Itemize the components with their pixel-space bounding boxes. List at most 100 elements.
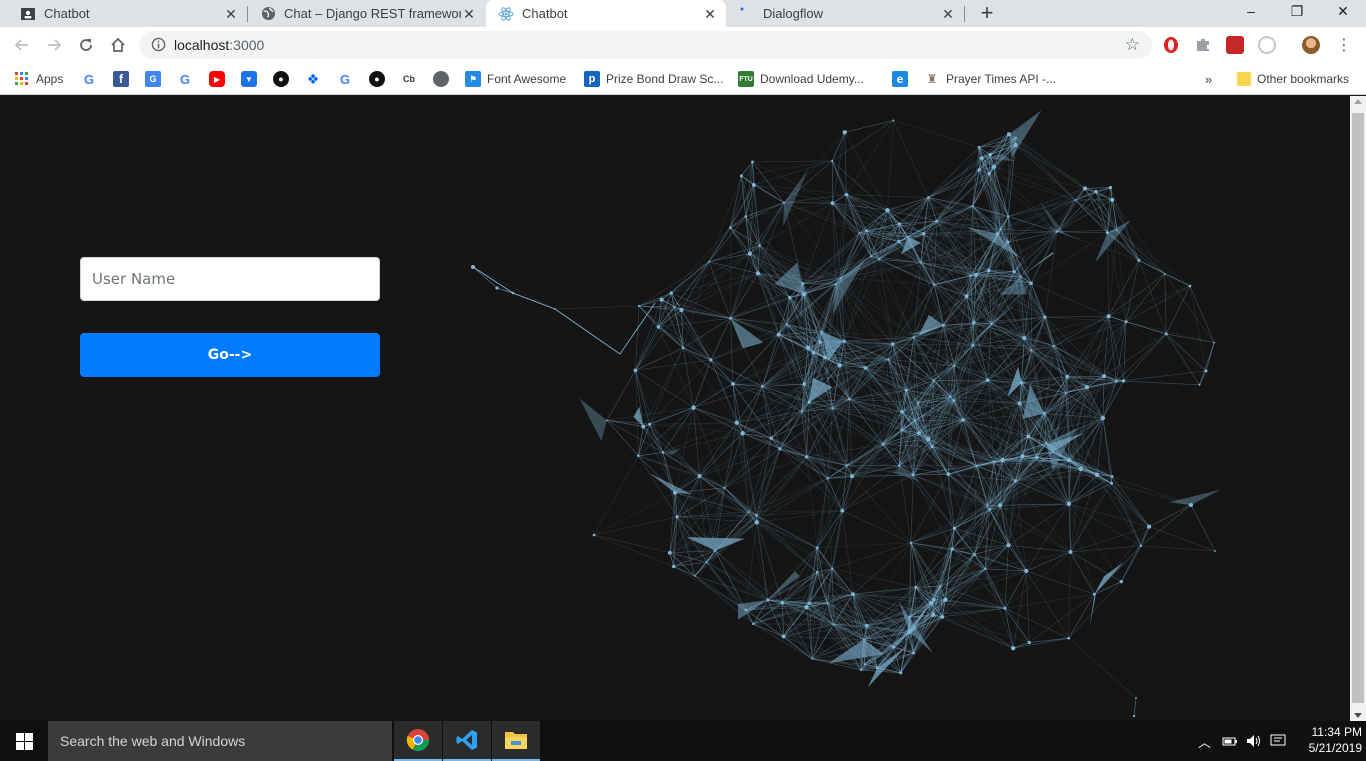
extension-red-icon[interactable]: [1226, 36, 1244, 54]
tray-chevron-icon[interactable]: ︿: [1198, 721, 1211, 761]
vscode-icon: [456, 730, 477, 750]
github-icon: ●: [369, 71, 385, 87]
bookmark-font-awesome[interactable]: ⚑ Font Awesome: [465, 70, 566, 88]
scrollbar-thumb[interactable]: [1352, 113, 1364, 703]
google-icon: G: [83, 71, 95, 87]
restore-button[interactable]: ❐: [1274, 0, 1320, 27]
bookmark-prize-bond[interactable]: p Prize Bond Draw Sc...: [584, 70, 723, 88]
reload-button[interactable]: [74, 33, 98, 57]
bookmark-apps[interactable]: Apps: [14, 70, 63, 88]
pocket-icon: ▼: [241, 71, 257, 87]
google-icon: G: [339, 71, 351, 87]
chrome-taskbar-button[interactable]: [394, 721, 442, 761]
new-tab-button[interactable]: +: [976, 0, 998, 27]
start-button[interactable]: [0, 721, 48, 761]
close-tab-icon[interactable]: ✕: [461, 6, 477, 22]
tab-chatbot-1[interactable]: Chatbot ✕: [0, 0, 247, 27]
bookmark-google-3[interactable]: G: [337, 70, 359, 88]
volume-icon[interactable]: [1246, 721, 1262, 761]
file-explorer-taskbar-button[interactable]: [492, 721, 540, 761]
tab-dialogflow[interactable]: Dialogflow ✕: [727, 0, 964, 27]
username-input[interactable]: [80, 257, 380, 301]
taskbar-search-box[interactable]: Search the web and Windows: [48, 721, 392, 761]
home-icon: [111, 37, 125, 52]
bookmark-star-icon[interactable]: ☆: [1125, 36, 1140, 53]
file-explorer-icon: [505, 732, 527, 749]
close-tab-icon[interactable]: ✕: [223, 6, 239, 22]
taskbar-clock[interactable]: 11:34 PM 5/21/2019: [1290, 724, 1362, 756]
globe-icon: [433, 71, 449, 87]
bookmark-google-1[interactable]: G: [81, 70, 103, 88]
e-icon: e: [892, 71, 908, 87]
bookmark-github-2[interactable]: ●: [369, 70, 391, 88]
page-scrollbar[interactable]: [1350, 96, 1366, 721]
go-button[interactable]: Go-->: [80, 333, 380, 377]
battery-icon[interactable]: [1222, 721, 1238, 761]
bookmark-crunchbase[interactable]: Cb: [401, 70, 423, 88]
close-window-button[interactable]: ✕: [1320, 0, 1366, 27]
forward-arrow-icon: [48, 39, 62, 51]
bookmarks-overflow-button[interactable]: »: [1205, 70, 1212, 88]
reload-icon: [80, 39, 92, 51]
scroll-up-arrow-icon[interactable]: [1354, 99, 1362, 104]
profile-avatar[interactable]: [1302, 36, 1320, 54]
extension-puzzle-icon[interactable]: [1194, 36, 1212, 54]
close-tab-icon[interactable]: ✕: [702, 6, 718, 22]
tab-django-rest[interactable]: Chat – Django REST framework ✕: [248, 0, 485, 27]
extension-circle-icon[interactable]: [1258, 36, 1276, 54]
bookmark-globe[interactable]: [433, 70, 455, 88]
bookmarks-bar: Apps G f G G ▶ ▼ ● ❖ G ● Cb ⚑ Font Aweso…: [0, 63, 1366, 95]
tab-chatbot-active[interactable]: Chatbot ✕: [486, 0, 726, 27]
tab-title: Chatbot: [44, 6, 90, 21]
ftu-icon: FTU: [738, 71, 754, 87]
tab-strip: Chatbot ✕ Chat – Django REST framework ✕…: [0, 0, 1366, 27]
tab-title: Chat – Django REST framework: [284, 6, 461, 21]
other-bookmarks-folder[interactable]: Other bookmarks: [1237, 70, 1349, 88]
windows-logo-icon: [15, 732, 33, 750]
tab-title: Chatbot: [522, 6, 568, 21]
facebook-icon: f: [113, 71, 129, 87]
opera-icon[interactable]: [1162, 36, 1180, 54]
browser-toolbar: localhost:3000 ☆ ⋮: [0, 27, 1366, 63]
bookmark-prayer-times[interactable]: ♜ Prayer Times API -...: [924, 70, 1056, 88]
bookmark-github-1[interactable]: ●: [273, 70, 295, 88]
site-info-icon[interactable]: [151, 37, 166, 57]
minimize-button[interactable]: –: [1228, 0, 1274, 27]
address-bar[interactable]: localhost:3000 ☆: [139, 31, 1152, 59]
bookmark-pocket[interactable]: ▼: [241, 70, 263, 88]
vscode-taskbar-button[interactable]: [443, 721, 491, 761]
home-button[interactable]: [106, 33, 130, 57]
apps-grid-icon: [14, 71, 30, 87]
url-text: localhost:3000: [174, 37, 265, 53]
font-awesome-icon: ⚑: [465, 71, 481, 87]
close-tab-icon[interactable]: ✕: [940, 6, 956, 22]
bookmark-dropbox[interactable]: ❖: [305, 70, 327, 88]
clock-date: 5/21/2019: [1308, 741, 1362, 755]
google-icon: G: [179, 71, 191, 87]
windows-taskbar: Search the web and Windows ︿ 11:34 PM 5/…: [0, 721, 1366, 761]
github-icon: ●: [273, 71, 289, 87]
network-lines: [472, 110, 1221, 717]
mosque-icon: ♜: [926, 72, 938, 86]
bookmark-udemy[interactable]: FTU Download Udemy...: [738, 70, 864, 88]
dropbox-icon: ❖: [306, 70, 320, 87]
particle-network-background: [470, 110, 1221, 718]
menu-kebab-icon[interactable]: ⋮: [1332, 33, 1356, 57]
bookmark-facebook[interactable]: f: [113, 70, 135, 88]
react-icon: [498, 6, 514, 22]
tab-title: Dialogflow: [763, 6, 823, 21]
bookmark-youtube[interactable]: ▶: [209, 70, 231, 88]
google-translate-icon: G: [145, 71, 161, 87]
scroll-down-arrow-icon[interactable]: [1354, 713, 1362, 718]
bookmark-google-translate[interactable]: G: [145, 70, 167, 88]
prize-bond-icon: p: [584, 71, 600, 87]
bookmark-e[interactable]: e: [892, 70, 914, 88]
notifications-icon[interactable]: [1270, 721, 1286, 761]
bookmark-google-2[interactable]: G: [177, 70, 199, 88]
chrome-icon: [406, 729, 429, 751]
contact-card-icon: [20, 6, 36, 22]
page-content: Go-->: [0, 96, 1350, 721]
back-button[interactable]: [10, 33, 34, 57]
folder-icon: [1237, 72, 1251, 86]
forward-button[interactable]: [42, 33, 66, 57]
